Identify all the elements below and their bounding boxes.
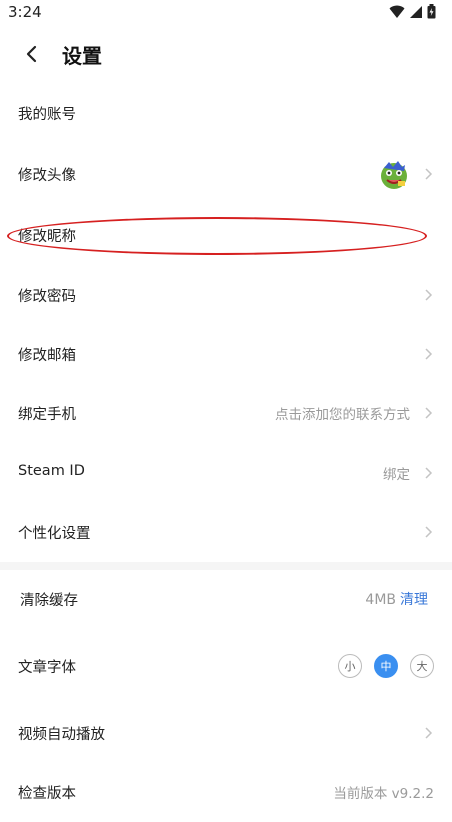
row-label: 检查版本: [18, 786, 76, 802]
chevron-right-icon: [425, 467, 433, 479]
font-size-large-option[interactable]: 大: [410, 654, 434, 678]
row-personalization[interactable]: 个性化设置: [0, 504, 452, 562]
row-value: 点击添加您的联系方式: [275, 407, 410, 423]
row-label: 我的账号: [18, 107, 76, 123]
cache-info: 4MB 清理: [365, 589, 428, 609]
row-my-account[interactable]: 我的账号: [0, 85, 452, 143]
page-title: 设置: [62, 44, 102, 68]
battery-icon: [427, 4, 436, 19]
section-divider: [0, 562, 452, 570]
row-label: 清除缓存: [20, 593, 78, 609]
status-icons: [389, 4, 436, 19]
avatar: [378, 159, 410, 191]
row-change-password[interactable]: 修改密码: [0, 267, 452, 325]
row-check-version[interactable]: 检查版本 当前版本 v9.2.2: [0, 764, 452, 822]
chevron-right-icon: [425, 289, 433, 301]
row-label: 修改密码: [18, 289, 76, 305]
row-value: 当前版本 v9.2.2: [333, 786, 434, 802]
row-article-font: 文章字体 小 中 大: [0, 638, 452, 696]
status-bar: 3:24: [0, 0, 452, 26]
chevron-right-icon: [425, 727, 433, 739]
row-label: Steam ID: [18, 463, 85, 479]
row-label: 绑定手机: [18, 407, 76, 423]
back-arrow-icon[interactable]: [18, 40, 46, 68]
row-change-nickname[interactable]: 修改昵称: [0, 207, 452, 265]
font-size-medium-option[interactable]: 中: [374, 654, 398, 678]
row-label: 修改昵称: [18, 229, 76, 245]
row-video-autoplay[interactable]: 视频自动播放: [0, 705, 452, 763]
cache-size: 4MB: [365, 592, 396, 608]
row-bind-phone[interactable]: 绑定手机 点击添加您的联系方式: [0, 385, 452, 443]
row-change-email[interactable]: 修改邮箱: [0, 326, 452, 384]
row-steam-id[interactable]: Steam ID 绑定: [0, 445, 452, 503]
font-size-options: 小 中 大: [338, 654, 434, 678]
chevron-right-icon: [425, 407, 433, 419]
row-label: 修改头像: [18, 168, 76, 184]
row-label: 个性化设置: [18, 526, 91, 542]
row-label: 修改邮箱: [18, 348, 76, 364]
chevron-right-icon: [425, 168, 433, 180]
row-value: 绑定: [383, 467, 410, 483]
wifi-icon: [389, 5, 405, 18]
clear-cache-button[interactable]: 清理: [400, 592, 428, 608]
row-label: 文章字体: [18, 660, 76, 676]
status-time: 3:24: [8, 3, 42, 21]
row-label: 视频自动播放: [18, 727, 105, 743]
font-size-small-option[interactable]: 小: [338, 654, 362, 678]
row-change-avatar[interactable]: 修改头像: [0, 146, 452, 204]
chevron-right-icon: [425, 348, 433, 360]
row-clear-cache: 清除缓存 4MB 清理: [0, 571, 452, 629]
signal-icon: [410, 5, 422, 18]
chevron-right-icon: [425, 526, 433, 538]
app-header: 设置: [0, 26, 452, 84]
